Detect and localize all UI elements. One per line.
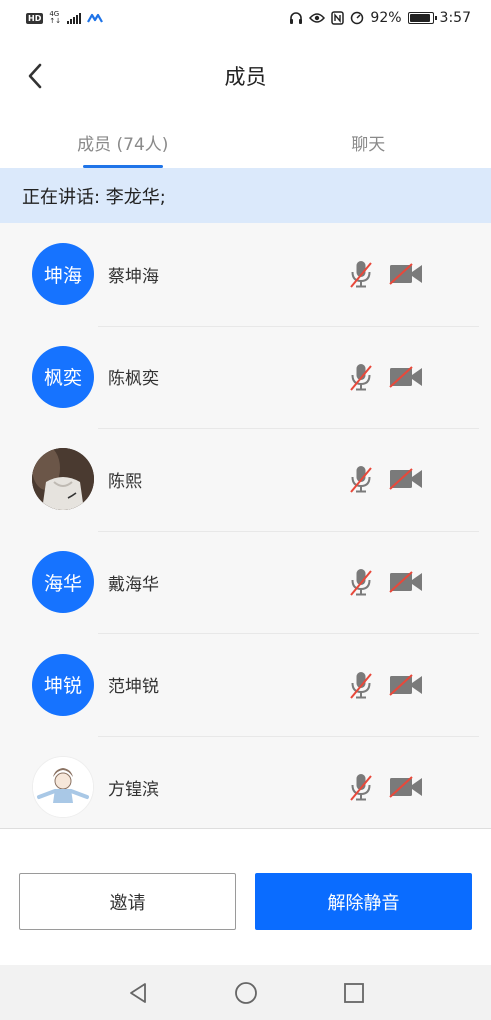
battery-fill <box>409 14 430 22</box>
avatar <box>32 756 94 819</box>
camera-off-icon <box>389 673 422 696</box>
avatar: 坤海 <box>32 243 94 306</box>
system-back-button[interactable] <box>124 979 152 1007</box>
camera-off-icon <box>389 468 422 491</box>
camera-toggle-button[interactable] <box>386 564 426 600</box>
recents-square-icon <box>343 982 364 1003</box>
member-row[interactable]: 海华 戴海华 <box>0 530 491 634</box>
user-photo <box>32 448 94 511</box>
speaking-banner: 正在讲话: 李龙华; <box>0 168 491 223</box>
hd-badge: HD <box>26 12 44 24</box>
member-row[interactable]: 方锽滨 <box>0 735 491 828</box>
page-title: 成员 <box>224 65 267 89</box>
camera-toggle-button[interactable] <box>386 769 426 805</box>
camera-toggle-button[interactable] <box>386 359 426 395</box>
status-bar: HD 4G ↑↓ 92% 3:57 <box>0 0 491 36</box>
status-bar-left: HD 4G ↑↓ <box>26 11 104 25</box>
tab-bar: 成员 (74人) 聊天 <box>0 116 491 168</box>
member-row[interactable]: 枫奕 陈枫奕 <box>0 325 491 429</box>
system-recents-button[interactable] <box>340 979 368 1007</box>
mic-muted-icon <box>350 569 372 596</box>
avatar <box>32 448 94 511</box>
battery-icon <box>407 12 437 24</box>
invite-button[interactable]: 邀请 <box>19 873 236 930</box>
nav-bar: 成员 <box>0 36 491 116</box>
data-saver-icon <box>351 11 364 25</box>
camera-off-icon <box>389 263 422 286</box>
signal-icon <box>67 12 82 24</box>
clock: 3:57 <box>439 10 471 26</box>
member-name: 方锽滨 <box>108 779 159 800</box>
back-icon <box>28 63 42 89</box>
member-row[interactable]: 坤锐 范坤锐 <box>0 633 491 736</box>
mic-muted-icon <box>350 363 372 391</box>
network-type: 4G ↑↓ <box>49 11 61 25</box>
tab-chat[interactable]: 聊天 <box>246 116 491 168</box>
mic-toggle-button[interactable] <box>346 667 376 703</box>
system-home-button[interactable] <box>232 979 260 1007</box>
member-list[interactable]: 坤海 蔡坤海 枫奕 陈枫奕 陈熙 海华 戴海华 坤锐 范坤锐 方锽滨 <box>0 223 491 828</box>
back-triangle-icon <box>129 982 146 1003</box>
eye-comfort-icon <box>309 13 326 23</box>
data-arrows: ↑↓ <box>49 17 62 25</box>
member-name: 蔡坤海 <box>108 266 159 287</box>
speaking-text: 正在讲话: 李龙华; <box>22 186 166 208</box>
mic-toggle-button[interactable] <box>346 359 376 395</box>
member-name: 陈熙 <box>108 471 142 492</box>
avatar: 海华 <box>32 551 94 614</box>
bottom-action-bar: 邀请 解除静音 <box>0 828 491 965</box>
mic-toggle-button[interactable] <box>346 256 376 292</box>
back-button[interactable] <box>20 58 50 94</box>
avatar: 枫奕 <box>32 345 94 408</box>
headset-icon <box>290 12 303 24</box>
camera-toggle-button[interactable] <box>386 461 426 497</box>
system-navigation-bar <box>0 965 491 1020</box>
member-name: 陈枫奕 <box>108 369 159 390</box>
mic-toggle-button[interactable] <box>346 769 376 805</box>
avatar: 坤锐 <box>32 653 94 716</box>
camera-off-icon <box>389 366 422 388</box>
cartoon-character-icon <box>33 757 93 818</box>
battery-percent: 92% <box>370 10 402 26</box>
mic-muted-icon <box>350 261 372 288</box>
mic-toggle-button[interactable] <box>346 564 376 600</box>
unmute-button[interactable]: 解除静音 <box>255 873 472 930</box>
member-name: 范坤锐 <box>108 677 159 698</box>
member-row[interactable]: 陈熙 <box>0 428 491 531</box>
nfc-icon <box>331 11 345 25</box>
status-bar-right: 92% 3:57 <box>289 10 471 26</box>
mic-toggle-button[interactable] <box>346 461 376 497</box>
mic-muted-icon <box>350 671 372 699</box>
camera-toggle-button[interactable] <box>386 667 426 703</box>
camera-off-icon <box>389 776 422 799</box>
camera-toggle-button[interactable] <box>386 256 426 292</box>
tab-members[interactable]: 成员 (74人) <box>0 116 246 168</box>
app-notification-icon <box>87 13 104 23</box>
member-row[interactable]: 坤海 蔡坤海 <box>0 223 491 326</box>
home-circle-icon <box>234 981 257 1004</box>
mic-muted-icon <box>350 466 372 494</box>
camera-off-icon <box>389 571 422 593</box>
mic-muted-icon <box>350 774 372 801</box>
member-name: 戴海华 <box>108 574 159 595</box>
